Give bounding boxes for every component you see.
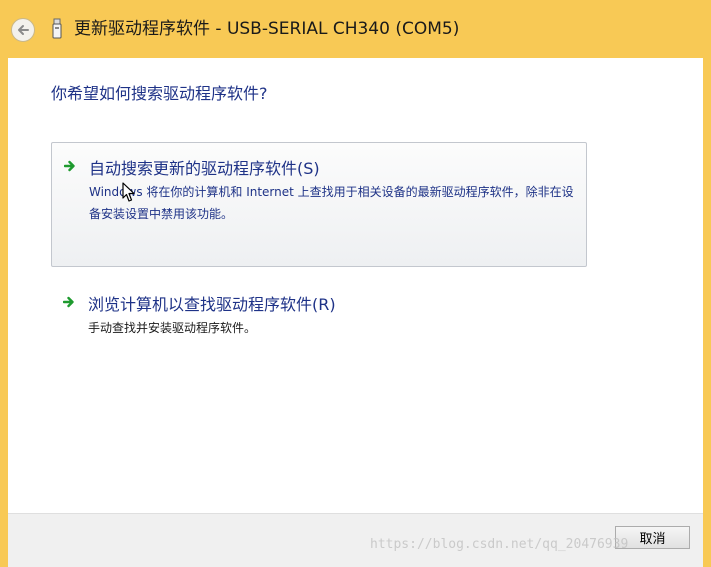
mouse-cursor-icon — [122, 182, 135, 202]
auto-search-description: Windows 将在你的计算机和 Internet 上查找用于相关设备的最新驱动… — [89, 185, 574, 221]
title-bar: 更新驱动程序软件 - USB-SERIAL CH340 (COM5) — [0, 0, 711, 58]
usb-device-icon — [52, 18, 62, 39]
browse-computer-description: 手动查找并安装驱动程序软件。 — [88, 321, 257, 335]
content-panel: 你希望如何搜索驱动程序软件? 自动搜索更新的驱动程序软件(S) Windows … — [8, 58, 703, 513]
page-heading: 你希望如何搜索驱动程序软件? — [51, 84, 268, 103]
window-title: 更新驱动程序软件 - USB-SERIAL CH340 (COM5) — [74, 19, 460, 39]
auto-search-title: 自动搜索更新的驱动程序软件(S) — [89, 159, 320, 178]
auto-search-option[interactable]: 自动搜索更新的驱动程序软件(S) Windows 将在你的计算机和 Intern… — [51, 142, 587, 267]
back-arrow-icon — [18, 25, 29, 35]
browse-computer-title: 浏览计算机以查找驱动程序软件(R) — [88, 295, 336, 314]
dialog-window: 更新驱动程序软件 - USB-SERIAL CH340 (COM5) 你希望如何… — [0, 0, 711, 567]
browse-computer-option[interactable]: 浏览计算机以查找驱动程序软件(R) 手动查找并安装驱动程序软件。 — [51, 282, 587, 362]
watermark-text: https://blog.csdn.net/qq_20476939 — [370, 537, 629, 552]
back-button[interactable] — [11, 18, 35, 42]
green-arrow-icon — [64, 160, 75, 172]
green-arrow-icon — [63, 296, 74, 308]
